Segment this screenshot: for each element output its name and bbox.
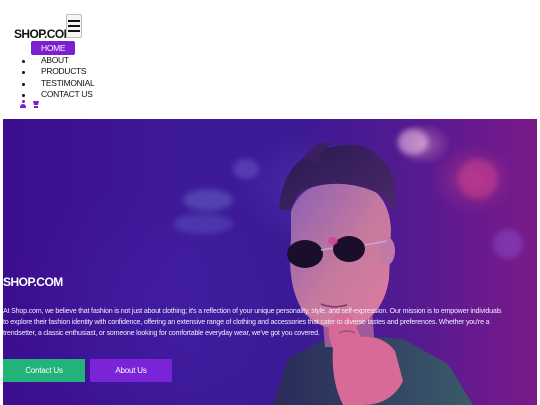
hero-description: At Shop.com, we believe that fashion is … — [3, 307, 502, 338]
nav-item-home[interactable]: HOME — [22, 40, 94, 55]
user-icon[interactable] — [20, 100, 26, 108]
header-icons — [20, 100, 40, 108]
hero-title: SHOP.COM — [3, 275, 63, 289]
nav-item-about[interactable]: ABOUT — [22, 55, 94, 66]
about-us-button[interactable]: About Us — [90, 359, 172, 382]
nav-item-testimonial[interactable]: TESTIMONIAL — [22, 78, 95, 89]
cart-icon[interactable] — [32, 100, 40, 108]
hero-section: SHOP.COM At Shop.com, we believe that fa… — [3, 119, 537, 405]
contact-us-button[interactable]: Contact Us — [3, 359, 85, 382]
brand-logo[interactable]: SHOP.COM — [14, 27, 74, 41]
main-nav: HOME ABOUT PRODUCTS TESTIMONIAL CONTACT … — [22, 40, 95, 101]
nav-item-contact-us[interactable]: CONTACT US — [22, 89, 94, 100]
nav-item-products[interactable]: PRODUCTS — [22, 66, 94, 77]
page: SHOP.COM HOME ABOUT PRODUCTS TESTIMONIAL… — [0, 0, 540, 405]
hamburger-menu-icon[interactable] — [66, 14, 82, 38]
